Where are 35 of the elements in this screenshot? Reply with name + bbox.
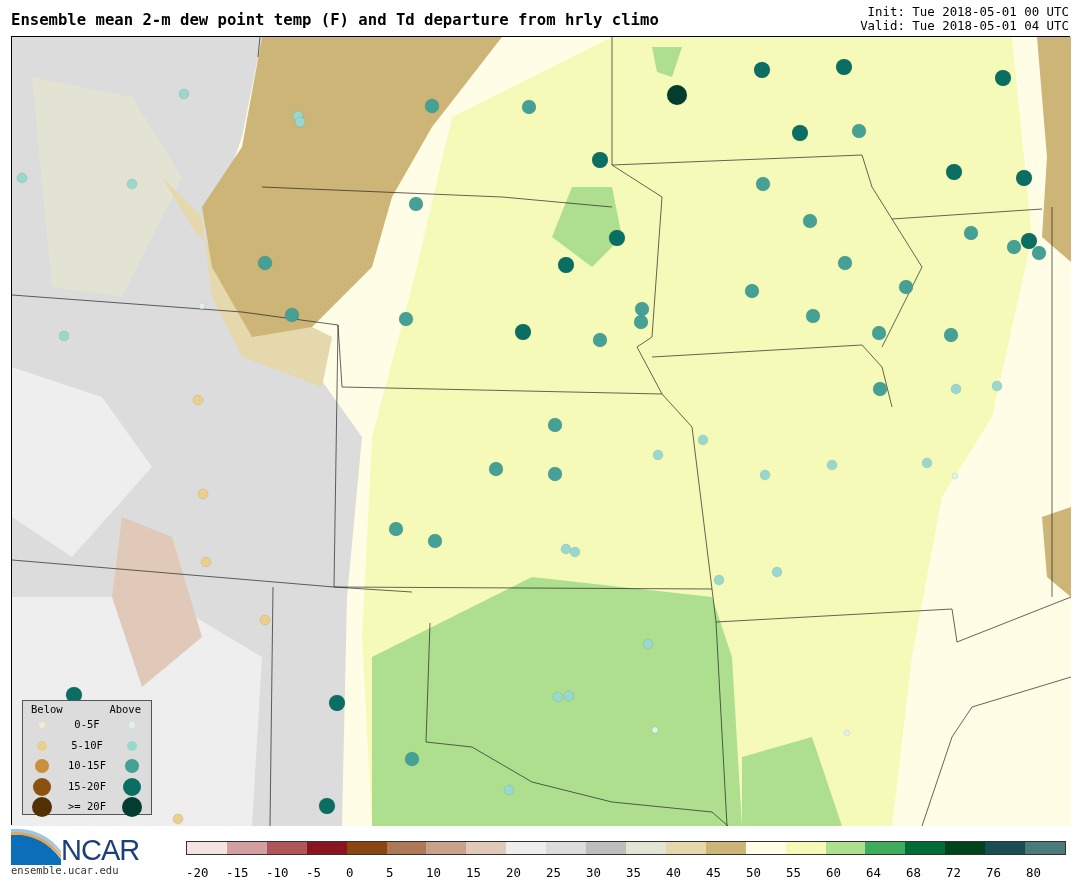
swoosh-logo-icon xyxy=(11,829,61,865)
legend-heading: Below xyxy=(31,703,63,715)
logo-text: NCAR xyxy=(61,836,140,865)
legend-label: 0-5F xyxy=(73,717,101,733)
colorbar-tick-label: 5 xyxy=(386,865,394,880)
colorbar-tick-label: 35 xyxy=(626,865,641,880)
colorbar-tick-label: 76 xyxy=(986,865,1001,880)
chart-title: Ensemble mean 2-m dew point temp (F) and Td departure from hrly climo xyxy=(11,10,659,31)
colorbar-tick-label: 60 xyxy=(826,865,841,880)
colorbar-tick-label: 72 xyxy=(946,865,961,880)
colorbar-tick-label: -10 xyxy=(266,865,289,880)
colorbar-tick-label: 15 xyxy=(466,865,481,880)
legend-label: 15-20F xyxy=(67,778,107,794)
colorbar-tick-label: 20 xyxy=(506,865,521,880)
colorbar-tick-label: -5 xyxy=(306,865,321,880)
legend-heading: Above xyxy=(109,703,141,715)
colorbar-tick-label: 45 xyxy=(706,865,721,880)
legend-label: 10-15F xyxy=(67,758,107,774)
legend-label: 5-10F xyxy=(70,737,104,753)
website-url: ensemble.ucar.edu xyxy=(11,865,120,876)
colorbar-tick-label: -15 xyxy=(226,865,249,880)
colorbar-tick-label: 50 xyxy=(746,865,761,880)
colorbar-tick-label: 40 xyxy=(666,865,681,880)
valid-time: Valid: Tue 2018-05-01 04 UTC xyxy=(860,19,1069,33)
colorbar-tick-label: 64 xyxy=(866,865,881,880)
colorbar-tick-label: 55 xyxy=(786,865,801,880)
colorbar-tick-label: 80 xyxy=(1026,865,1041,880)
colorbar-tick-label: 68 xyxy=(906,865,921,880)
legend-label: >= 20F xyxy=(67,799,107,815)
colorbar-tick-label: 30 xyxy=(586,865,601,880)
init-time: Init: Tue 2018-05-01 00 UTC xyxy=(866,5,1069,19)
colorbar-tick-label: 10 xyxy=(426,865,441,880)
colorbar-tick-label: -20 xyxy=(186,865,209,880)
colorbar-tick-label: 0 xyxy=(346,865,354,880)
colorbar-tick-label: 25 xyxy=(546,865,561,880)
